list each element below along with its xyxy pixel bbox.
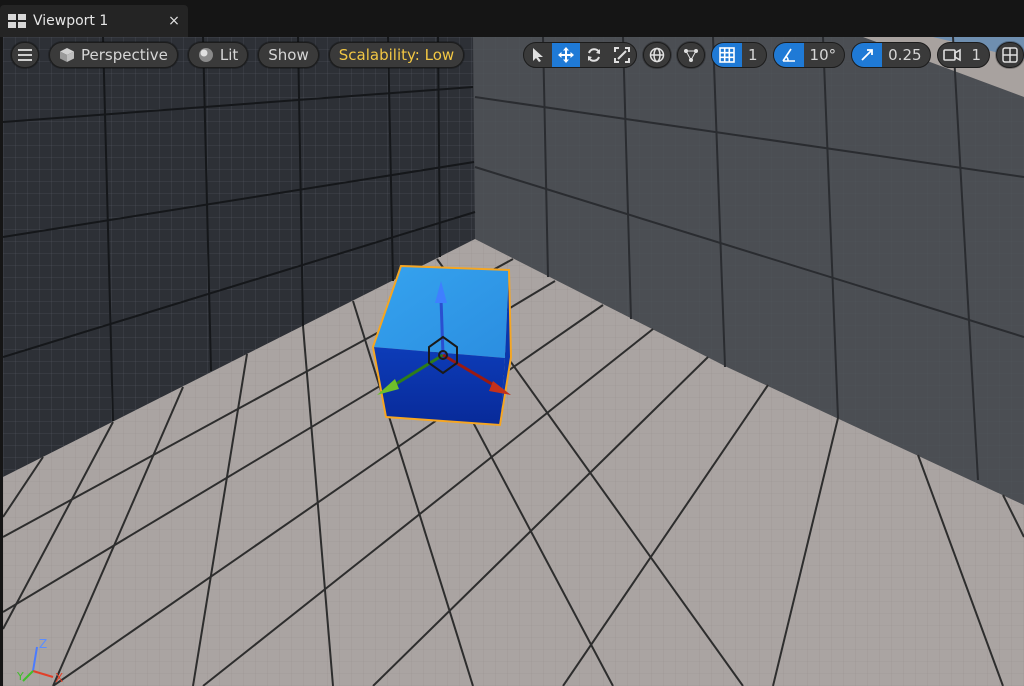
viewport-layout-button[interactable]	[996, 42, 1024, 68]
move-tool-button[interactable]	[552, 43, 580, 67]
select-tool-button[interactable]	[524, 43, 552, 67]
3d-viewport[interactable]: Perspective Lit Show Scalability: Low 1 …	[3, 37, 1024, 686]
cube-icon	[59, 47, 75, 63]
viewport-layout-icon	[1002, 47, 1018, 63]
scene-render[interactable]	[3, 37, 1024, 686]
viewport-options-button[interactable]	[11, 42, 39, 68]
lighting-mode-label: Lit	[219, 46, 239, 64]
axis-z-label: Z	[39, 637, 47, 651]
hamburger-menu-icon	[18, 49, 32, 61]
axis-indicator: Z X Y	[15, 635, 75, 686]
grid-snap-toggle[interactable]	[712, 43, 742, 67]
grid-snap-value[interactable]: 1	[742, 43, 766, 67]
view-mode-button[interactable]: Perspective	[49, 42, 178, 68]
tab-bar: Viewport 1 ×	[0, 0, 1024, 37]
grid-snap-group: 1	[711, 42, 767, 68]
surface-snap-icon	[683, 47, 699, 63]
rotate-tool-button[interactable]	[580, 43, 608, 67]
scale-snap-group: 0.25	[851, 42, 931, 68]
select-icon	[531, 47, 545, 63]
axis-y-label: Y	[16, 670, 24, 683]
world-local-button[interactable]	[643, 42, 671, 68]
viewport-tab[interactable]: Viewport 1 ×	[0, 5, 188, 37]
scale-snap-value[interactable]: 0.25	[882, 43, 929, 67]
camera-speed-button[interactable]	[938, 43, 966, 67]
scalability-label: Scalability: Low	[338, 46, 455, 64]
angle-icon	[781, 47, 797, 63]
lighting-mode-button[interactable]: Lit	[187, 42, 249, 68]
view-mode-label: Perspective	[81, 46, 168, 64]
show-label: Show	[268, 46, 309, 64]
camera-icon	[942, 48, 961, 62]
show-button[interactable]: Show	[258, 42, 319, 68]
camera-speed-value[interactable]: 1	[966, 43, 990, 67]
tab-title: Viewport 1	[33, 13, 109, 29]
scale-icon	[614, 47, 630, 63]
scale-snap-icon	[859, 47, 875, 63]
rotation-snap-toggle[interactable]	[773, 43, 804, 67]
grid-icon	[719, 47, 735, 63]
scale-tool-button[interactable]	[608, 43, 636, 67]
rotate-icon	[586, 47, 602, 63]
axis-x-label: X	[55, 671, 63, 685]
camera-speed-group: 1	[936, 42, 991, 68]
close-tab-icon[interactable]: ×	[160, 13, 188, 29]
transform-tools-group	[523, 42, 637, 68]
rotation-snap-group: 10°	[772, 42, 846, 68]
globe-icon	[649, 47, 665, 63]
move-icon	[558, 47, 574, 63]
viewport-toolbar-right: 1 10° 0.25 1	[523, 42, 1024, 68]
scalability-button[interactable]: Scalability: Low	[328, 42, 465, 68]
surface-snapping-button[interactable]	[677, 42, 705, 68]
viewport-toolbar-left: Perspective Lit Show Scalability: Low	[11, 42, 465, 68]
layout-grid-icon	[8, 14, 26, 28]
lit-sphere-icon	[198, 47, 214, 63]
scale-snap-toggle[interactable]	[852, 43, 883, 67]
rotation-snap-value[interactable]: 10°	[804, 43, 845, 67]
